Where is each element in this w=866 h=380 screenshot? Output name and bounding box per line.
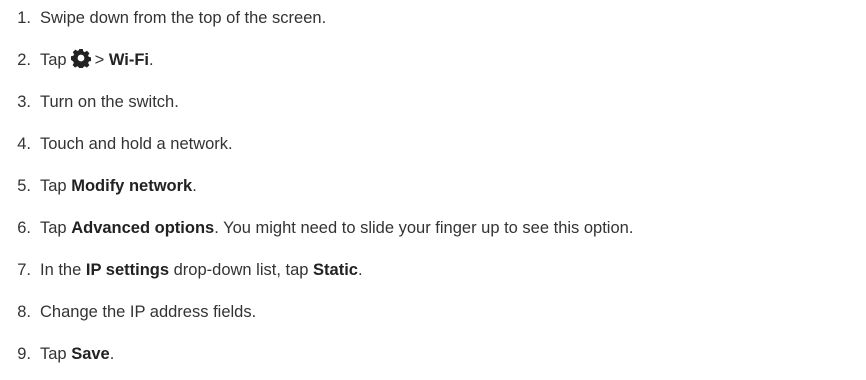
step-number: 9. (17, 344, 31, 363)
step-text-part: . (357, 260, 363, 279)
step-text: In the IP settings drop-down list, tap S… (40, 261, 363, 280)
gear-icon (70, 48, 91, 73)
step-text-part: Tap (40, 50, 67, 69)
step-text-part: In the (40, 260, 82, 279)
step-3: 3. Turn on the switch. (0, 90, 179, 114)
step-text-bold: Save (71, 344, 110, 363)
step-4: 4. Touch and hold a network. (0, 132, 233, 156)
step-text-part: > (94, 50, 105, 69)
step-number: 6. (17, 218, 31, 237)
step-text-part: drop-down list, tap (173, 260, 309, 279)
step-text-part: Swipe down from the top of the screen. (40, 8, 327, 27)
step-text-part: Tap (40, 218, 67, 237)
step-text-bold: Wi-Fi (108, 50, 150, 69)
step-text-bold: IP settings (85, 260, 170, 279)
step-8: 8. Change the IP address fields. (0, 300, 256, 324)
step-text-bold: Static (313, 260, 358, 279)
step-text: Tap Save. (40, 345, 114, 364)
step-5: 5. Tap Modify network. (0, 174, 197, 198)
step-text: Touch and hold a network. (40, 135, 233, 154)
step-text: Swipe down from the top of the screen. (40, 9, 326, 28)
step-text-bold: Modify network (71, 176, 193, 195)
step-text-part: . (149, 50, 154, 69)
step-number: 2. (17, 50, 31, 69)
step-number: 7. (17, 260, 31, 279)
step-text-part: . You might need to slide your finger up… (214, 218, 634, 237)
step-text-part: Turn on the switch. (40, 92, 179, 111)
step-7: 7. In the IP settings drop-down list, ta… (0, 258, 363, 282)
step-6: 6. Tap Advanced options. You might need … (0, 216, 633, 240)
step-1: 1. Swipe down from the top of the screen… (0, 6, 326, 30)
step-number: 8. (17, 302, 31, 321)
step-text-part: Tap (40, 344, 67, 363)
step-text-part: Tap (40, 176, 67, 195)
step-text-bold: Advanced options (71, 218, 215, 237)
step-text: Tap Advanced options. You might need to … (40, 219, 633, 238)
step-text: Tap Modify network. (40, 177, 197, 196)
step-2: 2. Tap > Wi-Fi. (0, 48, 154, 72)
step-text: Tap > Wi-Fi. (40, 48, 154, 73)
step-number: 1. (17, 8, 31, 27)
step-text-part: Touch and hold a network. (40, 134, 233, 153)
step-text: Change the IP address fields. (40, 303, 256, 322)
step-text: Turn on the switch. (40, 93, 179, 112)
step-text-part: . (192, 176, 197, 195)
step-text-part: Change the IP address fields. (40, 302, 257, 321)
step-number: 5. (17, 176, 31, 195)
step-number: 4. (17, 134, 31, 153)
step-9: 9. Tap Save. (0, 342, 114, 366)
step-text-part: . (109, 344, 115, 363)
step-number: 3. (17, 92, 31, 111)
